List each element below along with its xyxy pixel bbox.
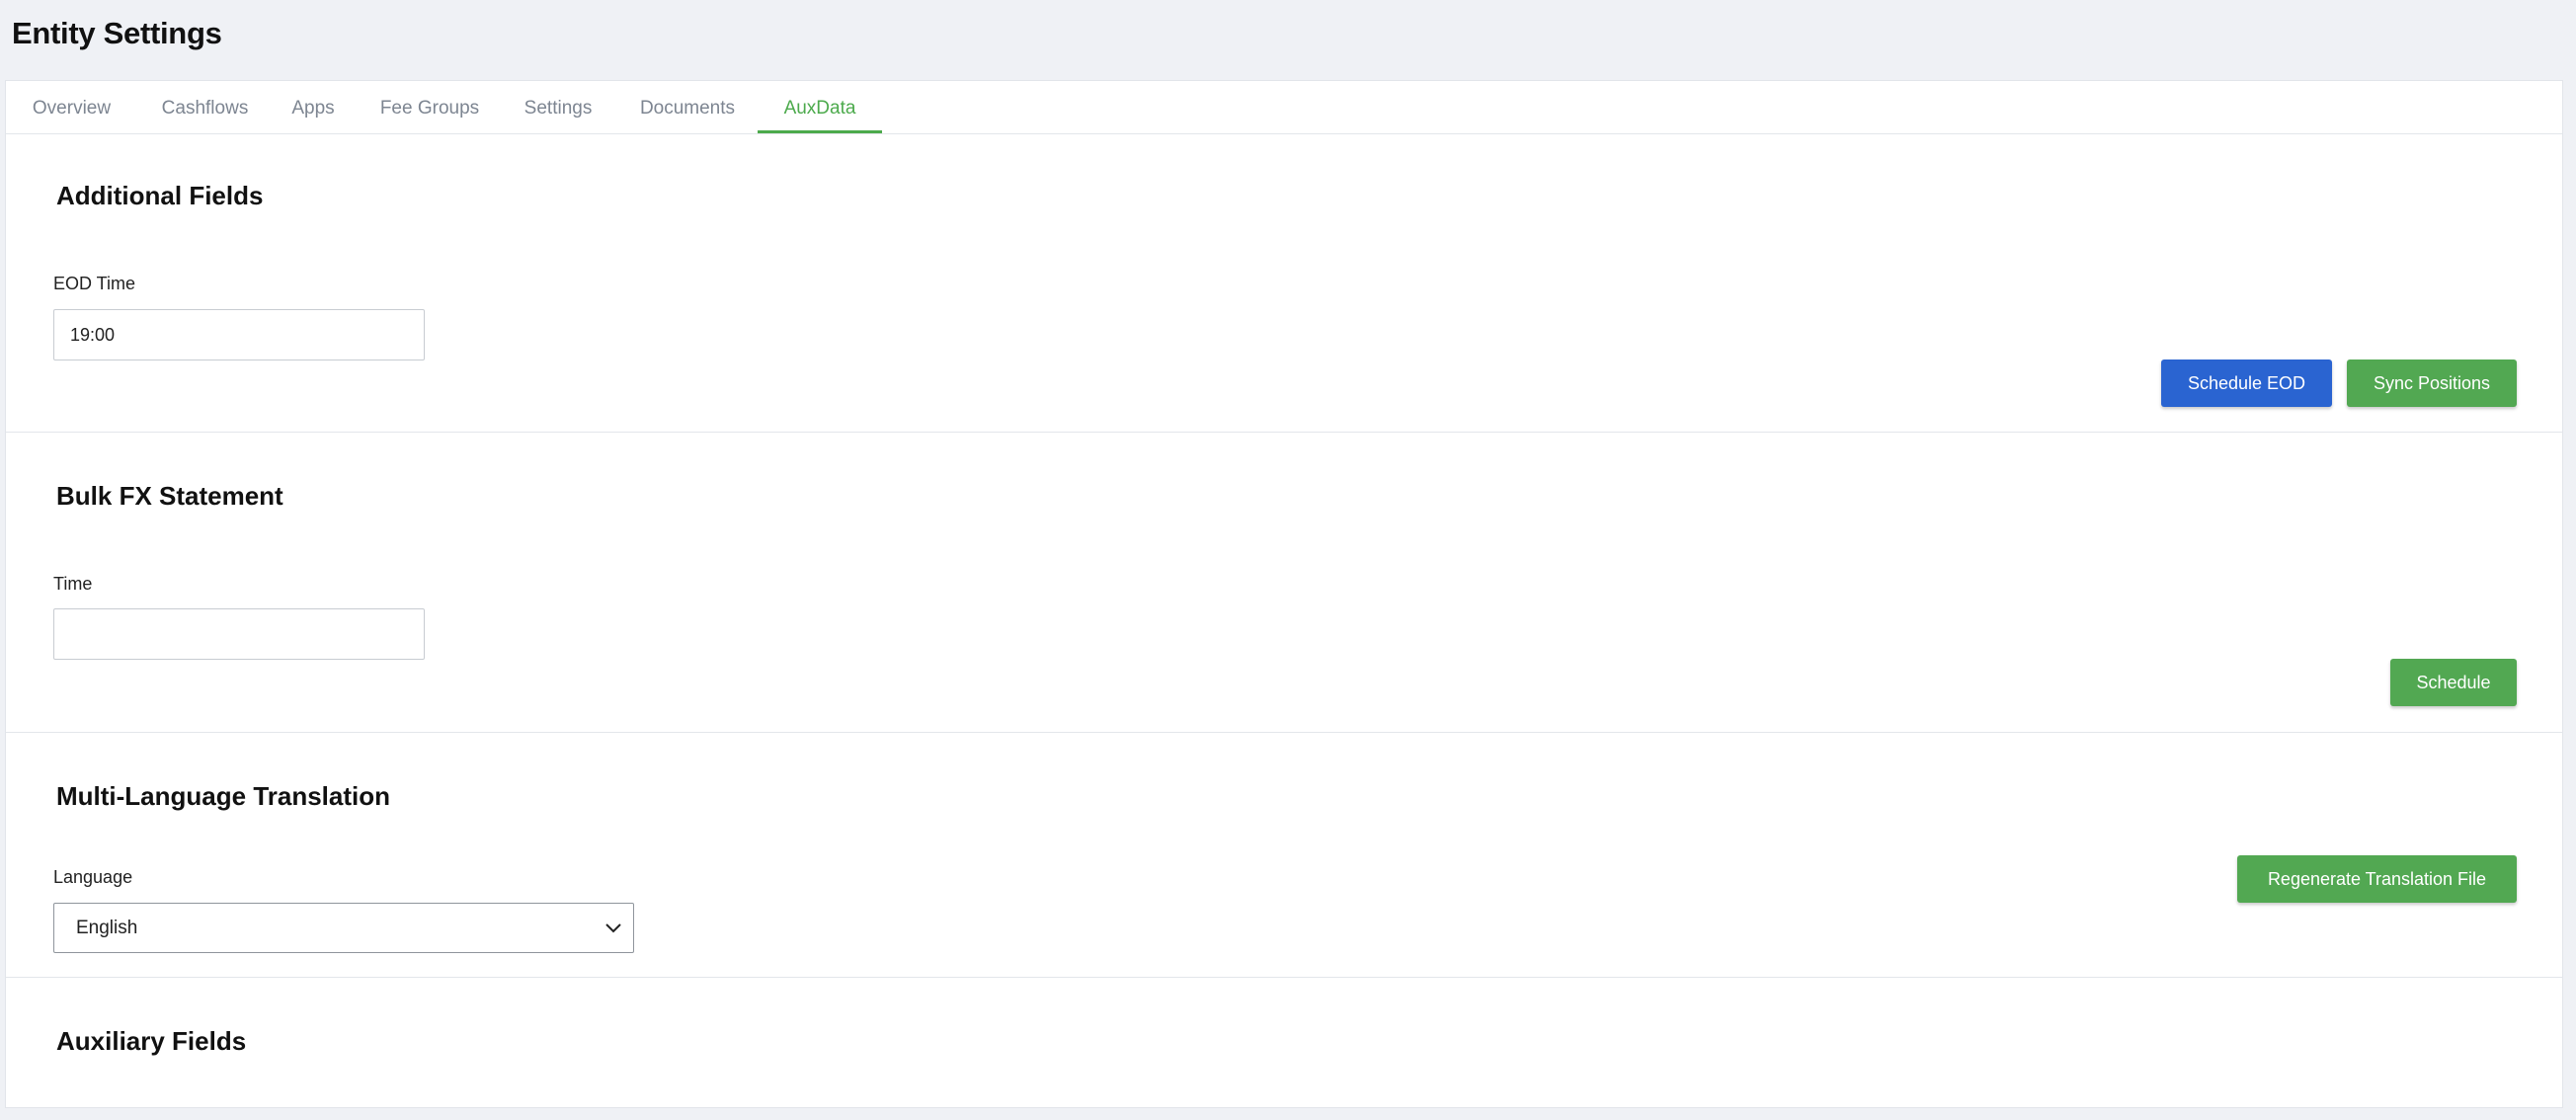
tab-apps[interactable]: Apps xyxy=(288,97,338,133)
translation-section: Multi-Language Translation Language Engl… xyxy=(6,733,2562,978)
tab-fee-groups[interactable]: Fee Groups xyxy=(378,97,481,133)
translation-title: Multi-Language Translation xyxy=(56,781,391,811)
additional-fields-title: Additional Fields xyxy=(56,181,264,210)
page-title: Entity Settings xyxy=(12,16,222,50)
schedule-button[interactable]: Schedule xyxy=(2390,659,2517,706)
regenerate-translation-button[interactable]: Regenerate Translation File xyxy=(2237,855,2517,903)
time-label: Time xyxy=(53,574,93,594)
auxiliary-fields-section: Auxiliary Fields xyxy=(6,978,2562,1107)
bulk-fx-title: Bulk FX Statement xyxy=(56,481,283,511)
sync-positions-button[interactable]: Sync Positions xyxy=(2347,360,2517,407)
auxiliary-fields-title: Auxiliary Fields xyxy=(56,1026,247,1056)
bulk-fx-section: Bulk FX Statement Time Schedule xyxy=(6,433,2562,733)
tab-auxdata[interactable]: AuxData xyxy=(758,97,882,133)
tab-documents[interactable]: Documents xyxy=(636,97,739,133)
tab-overview[interactable]: Overview xyxy=(29,97,115,133)
additional-fields-section: Additional Fields EOD Time Schedule EOD … xyxy=(6,133,2562,433)
tab-cashflows[interactable]: Cashflows xyxy=(157,97,253,133)
tab-settings[interactable]: Settings xyxy=(522,97,595,133)
language-select-value: English xyxy=(76,918,138,938)
time-input[interactable] xyxy=(53,608,425,660)
eod-time-label: EOD Time xyxy=(53,274,136,293)
eod-time-input[interactable] xyxy=(53,309,425,360)
tab-bar: Overview Cashflows Apps Fee Groups Setti… xyxy=(6,81,2562,134)
schedule-eod-button[interactable]: Schedule EOD xyxy=(2161,360,2332,407)
chevron-down-icon xyxy=(605,923,621,933)
language-label: Language xyxy=(53,867,133,887)
language-select[interactable]: English xyxy=(53,903,634,953)
settings-card: Overview Cashflows Apps Fee Groups Setti… xyxy=(5,80,2563,1108)
